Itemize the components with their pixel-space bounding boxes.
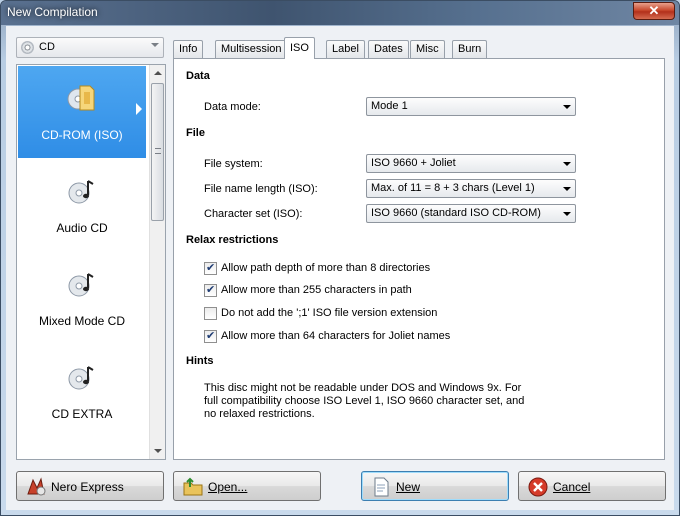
checkbox-checked[interactable] <box>204 261 217 275</box>
data-mode-dropdown[interactable]: Mode 1 <box>366 97 576 116</box>
tab-iso[interactable]: ISO <box>284 37 315 59</box>
tab-misc[interactable]: Misc <box>410 40 445 58</box>
open-button[interactable]: Open... <box>173 471 321 501</box>
type-item-label: Mixed Mode CD <box>38 314 126 328</box>
hints-text: This disc might not be readable under DO… <box>204 382 525 420</box>
audio-cd-icon <box>68 180 94 204</box>
compilation-type-list[interactable]: CD-ROM (ISO) Audio CD Mixed Mode CD CD E… <box>16 64 166 460</box>
nero-express-button[interactable]: Nero Express <box>16 471 164 501</box>
tab-multisession[interactable]: Multisession <box>215 40 288 58</box>
type-item-label: Audio CD <box>56 221 108 235</box>
tab-dates[interactable]: Dates <box>368 40 409 58</box>
selection-arrow-icon <box>136 103 142 115</box>
checkbox-label: Allow more than 255 characters in path <box>221 284 412 296</box>
section-relax-title: Relax restrictions <box>186 234 279 246</box>
type-item-cd-extra[interactable]: CD EXTRA <box>18 345 146 437</box>
new-button[interactable]: New <box>361 471 509 501</box>
mixed-mode-cd-icon <box>68 273 94 297</box>
media-type-value: CD <box>39 41 55 53</box>
checkbox-label: Allow path depth of more than 8 director… <box>221 262 431 274</box>
character-set-label: Character set (ISO): <box>204 208 303 220</box>
cancel-button[interactable]: Cancel <box>518 471 666 501</box>
checkbox-checked[interactable] <box>204 283 217 297</box>
character-set-dropdown[interactable]: ISO 9660 (standard ISO CD-ROM) <box>366 204 576 223</box>
file-system-dropdown[interactable]: ISO 9660 + Joliet <box>366 154 576 173</box>
title-bar[interactable]: New Compilation ✕ <box>1 1 679 25</box>
file-name-length-label: File name length (ISO): <box>204 183 318 195</box>
type-item-mixed-mode-cd[interactable]: Mixed Mode CD <box>18 252 146 344</box>
type-item-cd-rom-iso[interactable]: CD-ROM (ISO) <box>18 66 146 158</box>
new-compilation-window: New Compilation ✕ CD CD-ROM (ISO) Audio … <box>0 0 680 516</box>
type-item-label: CD-ROM (ISO) <box>41 128 123 142</box>
scrollbar-thumb[interactable] <box>151 83 164 221</box>
checkbox-checked[interactable] <box>204 329 217 343</box>
chevron-down-icon[interactable] <box>563 187 571 191</box>
cd-extra-icon <box>68 366 94 390</box>
data-mode-value: Mode 1 <box>371 100 408 112</box>
chevron-down-icon[interactable] <box>563 105 571 109</box>
window-title: New Compilation <box>7 5 98 19</box>
disc-icon <box>21 41 34 54</box>
file-name-length-dropdown[interactable]: Max. of 11 = 8 + 3 chars (Level 1) <box>366 179 576 198</box>
type-item-label: CD EXTRA <box>51 407 113 421</box>
section-data-title: Data <box>186 70 210 82</box>
media-type-dropdown[interactable]: CD <box>16 37 164 58</box>
iso-tab-panel: Data Data mode: Mode 1 File File system:… <box>173 58 665 460</box>
close-button[interactable]: ✕ <box>633 2 675 20</box>
chevron-down-icon[interactable] <box>563 212 571 216</box>
grip-icon <box>155 148 161 154</box>
open-folder-icon <box>183 477 203 496</box>
tab-label[interactable]: Label <box>326 40 365 58</box>
type-list-scrollbar[interactable] <box>149 65 165 459</box>
cd-rom-iso-icon <box>67 85 95 111</box>
checkbox-label: Do not add the ';1' ISO file version ext… <box>221 307 438 319</box>
nero-express-icon <box>27 477 46 496</box>
file-system-value: ISO 9660 + Joliet <box>371 157 456 169</box>
file-name-length-value: Max. of 11 = 8 + 3 chars (Level 1) <box>371 182 535 194</box>
cancel-label: Cancel <box>553 480 591 494</box>
new-document-icon <box>374 477 389 497</box>
new-label: New <box>396 480 421 494</box>
tab-info[interactable]: Info <box>173 40 204 58</box>
cancel-icon <box>528 477 548 497</box>
scroll-down-icon[interactable] <box>154 449 162 453</box>
checkbox-label: Allow more than 64 characters for Joliet… <box>221 330 451 342</box>
open-label: Open... <box>208 480 248 494</box>
character-set-value: ISO 9660 (standard ISO CD-ROM) <box>371 207 541 219</box>
scroll-up-icon[interactable] <box>154 71 162 75</box>
nero-express-label: Nero Express <box>51 480 124 494</box>
file-system-label: File system: <box>204 158 263 170</box>
dialog-body: CD CD-ROM (ISO) Audio CD Mixed Mode CD C… <box>6 26 674 510</box>
section-file-title: File <box>186 127 205 139</box>
type-item-audio-cd[interactable]: Audio CD <box>18 159 146 251</box>
tab-burn[interactable]: Burn <box>452 40 488 58</box>
section-hints-title: Hints <box>186 355 214 367</box>
chevron-down-icon[interactable] <box>151 43 159 47</box>
data-mode-label: Data mode: <box>204 101 261 113</box>
chevron-down-icon[interactable] <box>563 162 571 166</box>
checkbox-unchecked[interactable] <box>204 307 217 320</box>
